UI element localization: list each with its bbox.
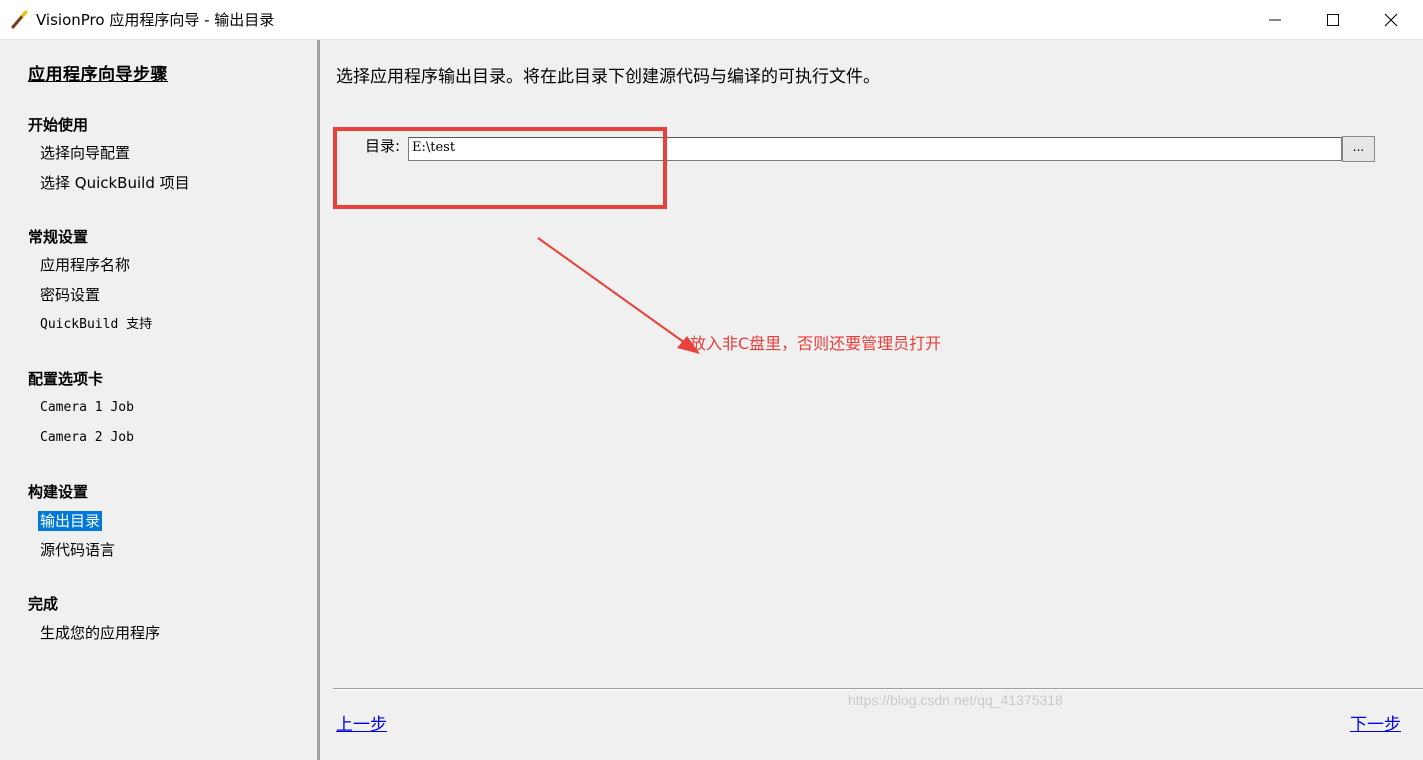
- close-button[interactable]: [1362, 0, 1420, 40]
- sidebar-item-source-language[interactable]: 源代码语言: [40, 540, 115, 560]
- sidebar-item-camera-2-job[interactable]: Camera 2 Job: [40, 428, 134, 448]
- maximize-icon: [1327, 14, 1339, 26]
- close-icon: [1384, 13, 1398, 27]
- sidebar-item-app-name[interactable]: 应用程序名称: [40, 255, 130, 275]
- sidebar-item-password-settings[interactable]: 密码设置: [40, 285, 100, 305]
- sidebar-item-camera-1-job[interactable]: Camera 1 Job: [40, 398, 134, 418]
- next-step-link[interactable]: 下一步: [1350, 710, 1401, 735]
- section-config-tabs: 配置选项卡: [28, 370, 104, 388]
- annotation-arrow-icon: [537, 237, 700, 354]
- section-finish: 完成: [28, 595, 59, 613]
- wand-icon: [11, 10, 28, 29]
- watermark-text: https://blog.csdn.net/qq_41375318: [848, 692, 1063, 708]
- title-bar: VisionPro 应用程序向导 - 输出目录: [0, 0, 1423, 40]
- sidebar-item-output-directory[interactable]: 输出目录: [38, 511, 103, 531]
- sidebar-heading: 应用程序向导步骤: [28, 65, 168, 85]
- section-getting-started: 开始使用: [28, 116, 89, 134]
- browse-button[interactable]: ...: [1342, 136, 1375, 162]
- sidebar-item-quickbuild-support[interactable]: QuickBuild 支持: [40, 315, 152, 335]
- sidebar-item-select-wizard-config[interactable]: 选择向导配置: [40, 143, 130, 163]
- wizard-content: 选择应用程序输出目录。将在此目录下创建源代码与编译的可执行文件。 目录: E:\…: [320, 40, 1423, 760]
- wizard-steps-sidebar: 应用程序向导步骤 开始使用 选择向导配置 选择 QuickBuild 项目 常规…: [0, 40, 320, 760]
- minimize-icon: [1269, 19, 1281, 21]
- maximize-button[interactable]: [1304, 0, 1362, 40]
- minimize-button[interactable]: [1246, 0, 1304, 40]
- sidebar-item-generate-app[interactable]: 生成您的应用程序: [40, 623, 160, 643]
- previous-step-link[interactable]: 上一步: [336, 710, 387, 735]
- footer-divider: [333, 688, 1423, 690]
- window-title: VisionPro 应用程序向导 - 输出目录: [36, 11, 275, 29]
- section-build-settings: 构建设置: [28, 483, 89, 501]
- section-general-settings: 常规设置: [28, 228, 89, 246]
- annotation-text: 放入非C盘里，否则还要管理员打开: [690, 334, 942, 353]
- sidebar-item-select-quickbuild-project[interactable]: 选择 QuickBuild 项目: [40, 173, 190, 193]
